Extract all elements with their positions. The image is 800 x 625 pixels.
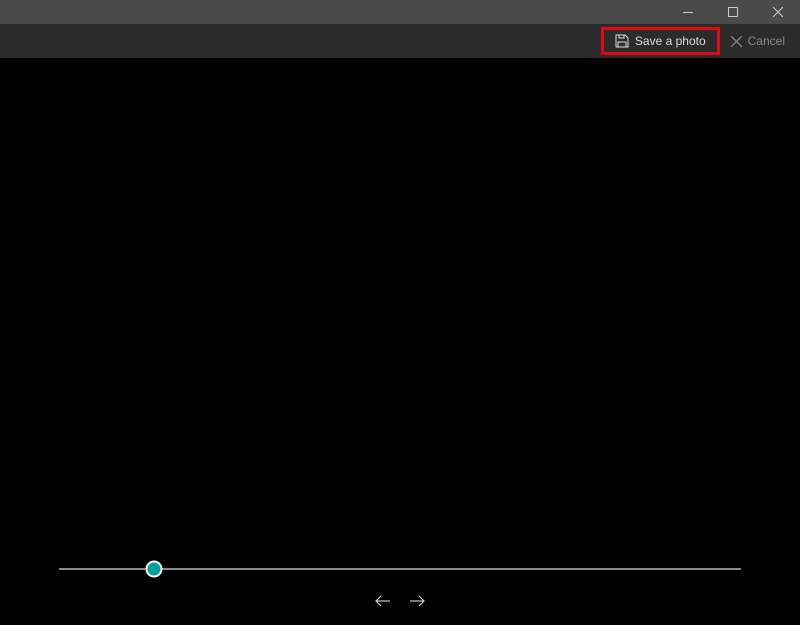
next-frame-button[interactable] xyxy=(409,595,425,607)
arrow-right-icon xyxy=(409,595,425,607)
timeline-slider[interactable] xyxy=(59,559,741,579)
save-icon xyxy=(615,34,629,48)
bottom-controls xyxy=(0,555,800,625)
arrow-left-icon xyxy=(375,595,391,607)
toolbar: Save a photo Cancel xyxy=(0,24,800,58)
close-icon xyxy=(773,7,783,17)
minimize-icon xyxy=(683,12,693,13)
save-label: Save a photo xyxy=(635,34,706,48)
titlebar xyxy=(0,0,800,24)
save-photo-button[interactable]: Save a photo xyxy=(601,27,720,55)
minimize-button[interactable] xyxy=(665,0,710,24)
maximize-button[interactable] xyxy=(710,0,755,24)
cancel-label: Cancel xyxy=(748,34,785,48)
cancel-button[interactable]: Cancel xyxy=(720,27,796,55)
prev-frame-button[interactable] xyxy=(375,595,391,607)
video-canvas xyxy=(0,58,800,555)
close-button[interactable] xyxy=(755,0,800,24)
slider-thumb[interactable] xyxy=(146,561,163,578)
cancel-icon xyxy=(731,36,742,47)
maximize-icon xyxy=(728,7,738,17)
frame-nav xyxy=(375,595,425,607)
